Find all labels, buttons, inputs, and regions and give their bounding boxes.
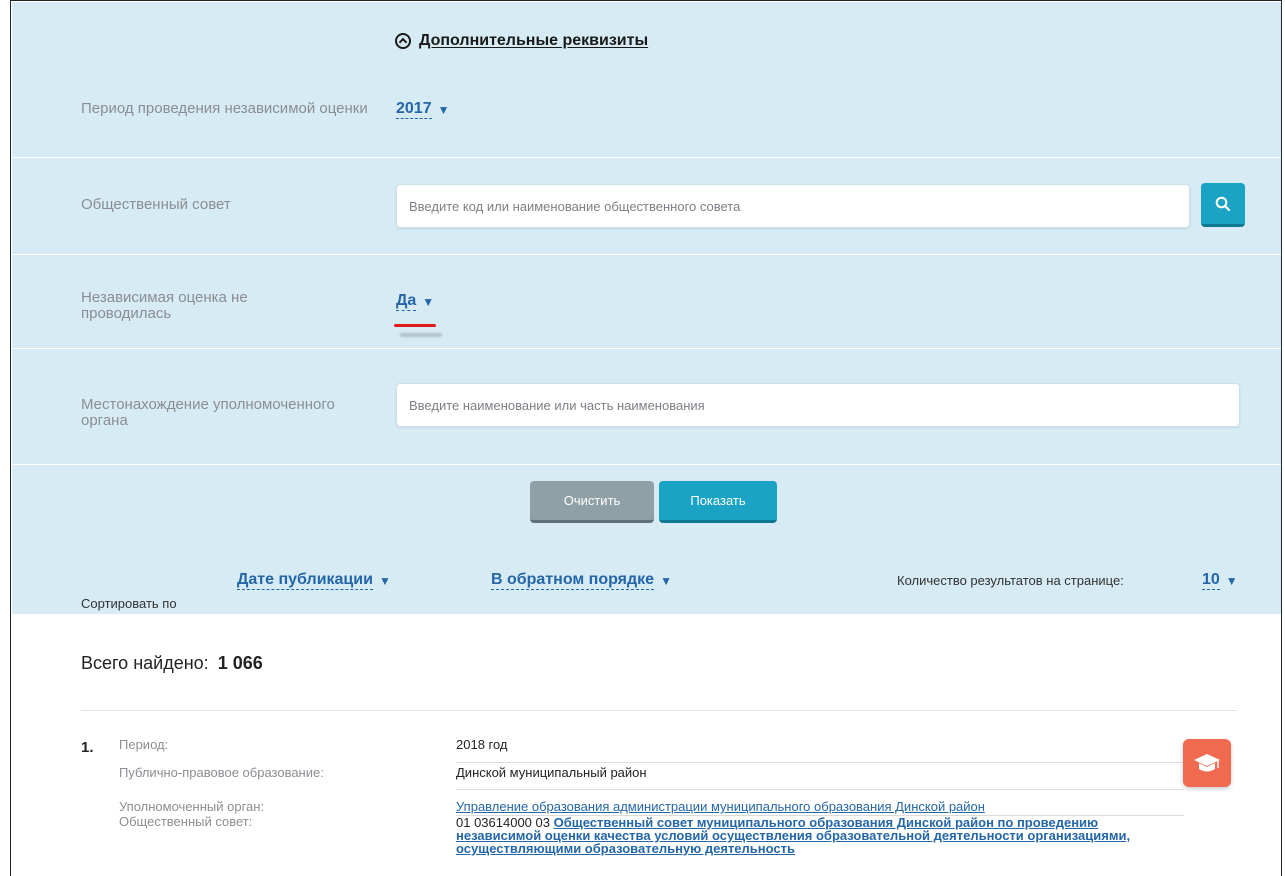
- search-icon: [1215, 196, 1231, 211]
- sort-field-value: Дате публикации: [237, 571, 373, 590]
- page-frame: Дополнительные реквизиты Период проведен…: [10, 0, 1282, 876]
- sort-label: Сортировать по: [81, 596, 177, 611]
- triangle-down-icon: ▼: [437, 102, 450, 117]
- result-number: 1.: [81, 739, 94, 756]
- not-conducted-dropdown[interactable]: Да ▼: [396, 292, 434, 311]
- council-value: 01 03614000 03 Общественный совет муници…: [456, 816, 1156, 855]
- sort-field-dropdown[interactable]: Дате публикации ▼: [237, 571, 391, 590]
- council-search-button[interactable]: [1201, 183, 1245, 227]
- period-value: 2017: [396, 100, 432, 119]
- show-button[interactable]: Показать: [659, 481, 777, 523]
- highlight-underline: [394, 324, 436, 327]
- council-label: Общественный совет: [81, 196, 231, 213]
- not-conducted-value: Да: [396, 292, 417, 311]
- period-dropdown[interactable]: 2017 ▼: [396, 100, 449, 119]
- authority-link[interactable]: Управление образования администрации мун…: [456, 799, 985, 814]
- entity-label: Публично-правовое образование:: [119, 765, 324, 780]
- sort-order-value: В обратном порядке: [491, 571, 655, 590]
- authority-value[interactable]: Управление образования администрации мун…: [456, 799, 985, 814]
- not-conducted-label: Независимая оценка не проводилась: [81, 289, 248, 322]
- entity-value: Динской муниципальный район: [456, 765, 647, 780]
- education-badge[interactable]: [1183, 739, 1231, 787]
- row-divider: [456, 762, 1184, 763]
- location-label: Местонахождение уполномоченного органа: [81, 396, 335, 429]
- row-divider: [456, 789, 1184, 790]
- triangle-down-icon: ▼: [422, 294, 435, 309]
- graduation-cap-icon: [1194, 754, 1220, 772]
- council-search-input[interactable]: Введите код или наименование общественно…: [396, 184, 1190, 228]
- results-panel: Всего найдено: 1 066 1. Период: 2018 год…: [12, 614, 1281, 876]
- period-label: Период проведения независимой оценки: [81, 100, 368, 117]
- triangle-down-icon: ▼: [378, 573, 391, 588]
- period-value: 2018 год: [456, 737, 508, 752]
- divider: [12, 254, 1281, 255]
- per-page-dropdown[interactable]: 10 ▼: [1202, 571, 1238, 590]
- filter-panel: Дополнительные реквизиты Период проведен…: [12, 2, 1281, 614]
- sort-order-dropdown[interactable]: В обратном порядке ▼: [491, 571, 672, 590]
- highlight-underline-shadow: [400, 333, 442, 337]
- authority-label: Уполномоченный орган:: [119, 799, 265, 814]
- extra-requisites-label: Дополнительные реквизиты: [419, 32, 649, 49]
- divider: [12, 464, 1281, 465]
- per-page-label: Количество результатов на странице:: [897, 573, 1124, 588]
- period-label: Период:: [119, 737, 169, 752]
- divider: [81, 710, 1237, 711]
- total-found: Всего найдено: 1 066: [81, 653, 263, 674]
- divider: [12, 157, 1281, 158]
- extra-requisites-toggle[interactable]: Дополнительные реквизиты: [395, 32, 648, 50]
- divider: [12, 348, 1281, 349]
- council-label: Общественный совет:: [119, 814, 253, 829]
- triangle-down-icon: ▼: [1225, 573, 1238, 588]
- triangle-down-icon: ▼: [660, 573, 672, 588]
- total-value: 1 066: [217, 653, 263, 673]
- total-label: Всего найдено:: [81, 653, 209, 673]
- chevron-up-circle-icon: [395, 33, 411, 49]
- location-input[interactable]: Введите наименование или часть наименова…: [396, 383, 1240, 427]
- council-link[interactable]: Общественный совет муниципального образо…: [456, 815, 1130, 856]
- per-page-value: 10: [1202, 571, 1220, 590]
- clear-button[interactable]: Очистить: [530, 481, 654, 523]
